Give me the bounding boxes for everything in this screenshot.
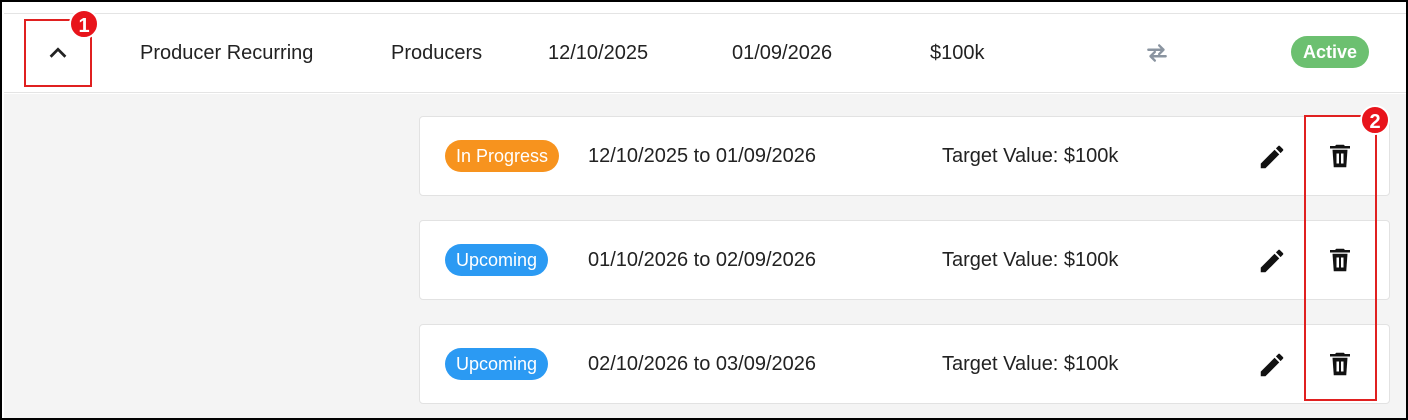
period-target-value: Target Value: $100k <box>942 145 1119 167</box>
pencil-icon <box>1260 249 1284 273</box>
chevron-up-icon <box>49 47 67 58</box>
trash-icon <box>1330 248 1350 272</box>
delete-period-button[interactable] <box>1323 243 1357 277</box>
screenshot-frame: Producer Recurring Producers 12/10/2025 … <box>0 0 1408 420</box>
period-date-range: 01/10/2026 to 02/09/2026 <box>588 249 816 271</box>
pencil-icon <box>1260 353 1284 377</box>
recurring-goal-row: Producer Recurring Producers 12/10/2025 … <box>4 13 1406 93</box>
repeat-icon <box>1147 44 1167 62</box>
trash-icon <box>1330 352 1350 376</box>
period-list: In Progress 12/10/2025 to 01/09/2026 Tar… <box>4 94 1406 418</box>
delete-period-button[interactable] <box>1323 139 1357 173</box>
period-status-badge: Upcoming <box>445 244 549 276</box>
goal-name: Producer Recurring <box>140 42 314 64</box>
period-date-range: 02/10/2026 to 03/09/2026 <box>588 353 816 375</box>
period-status-badge: Upcoming <box>445 348 549 380</box>
edit-period-button[interactable] <box>1255 140 1289 174</box>
goal-target: $100k <box>930 42 985 64</box>
goal-start-date: 12/10/2025 <box>548 42 649 64</box>
annotation-marker-1: 1 <box>69 9 99 39</box>
pencil-icon <box>1260 145 1284 169</box>
edit-period-button[interactable] <box>1255 348 1289 382</box>
annotation-marker-2: 2 <box>1360 105 1390 135</box>
goal-end-date: 01/09/2026 <box>732 42 833 64</box>
period-card: Upcoming 02/10/2026 to 03/09/2026 Target… <box>419 324 1390 404</box>
status-badge: Active <box>1291 36 1370 68</box>
period-date-range: 12/10/2025 to 01/09/2026 <box>588 145 816 167</box>
period-target-value: Target Value: $100k <box>942 249 1119 271</box>
delete-period-button[interactable] <box>1323 347 1357 381</box>
trash-icon <box>1330 144 1350 168</box>
period-card: Upcoming 01/10/2026 to 02/09/2026 Target… <box>419 220 1390 300</box>
period-target-value: Target Value: $100k <box>942 353 1119 375</box>
period-status-badge: In Progress <box>445 140 560 172</box>
edit-period-button[interactable] <box>1255 244 1289 278</box>
period-card: In Progress 12/10/2025 to 01/09/2026 Tar… <box>419 116 1390 196</box>
goal-group: Producers <box>391 42 483 64</box>
